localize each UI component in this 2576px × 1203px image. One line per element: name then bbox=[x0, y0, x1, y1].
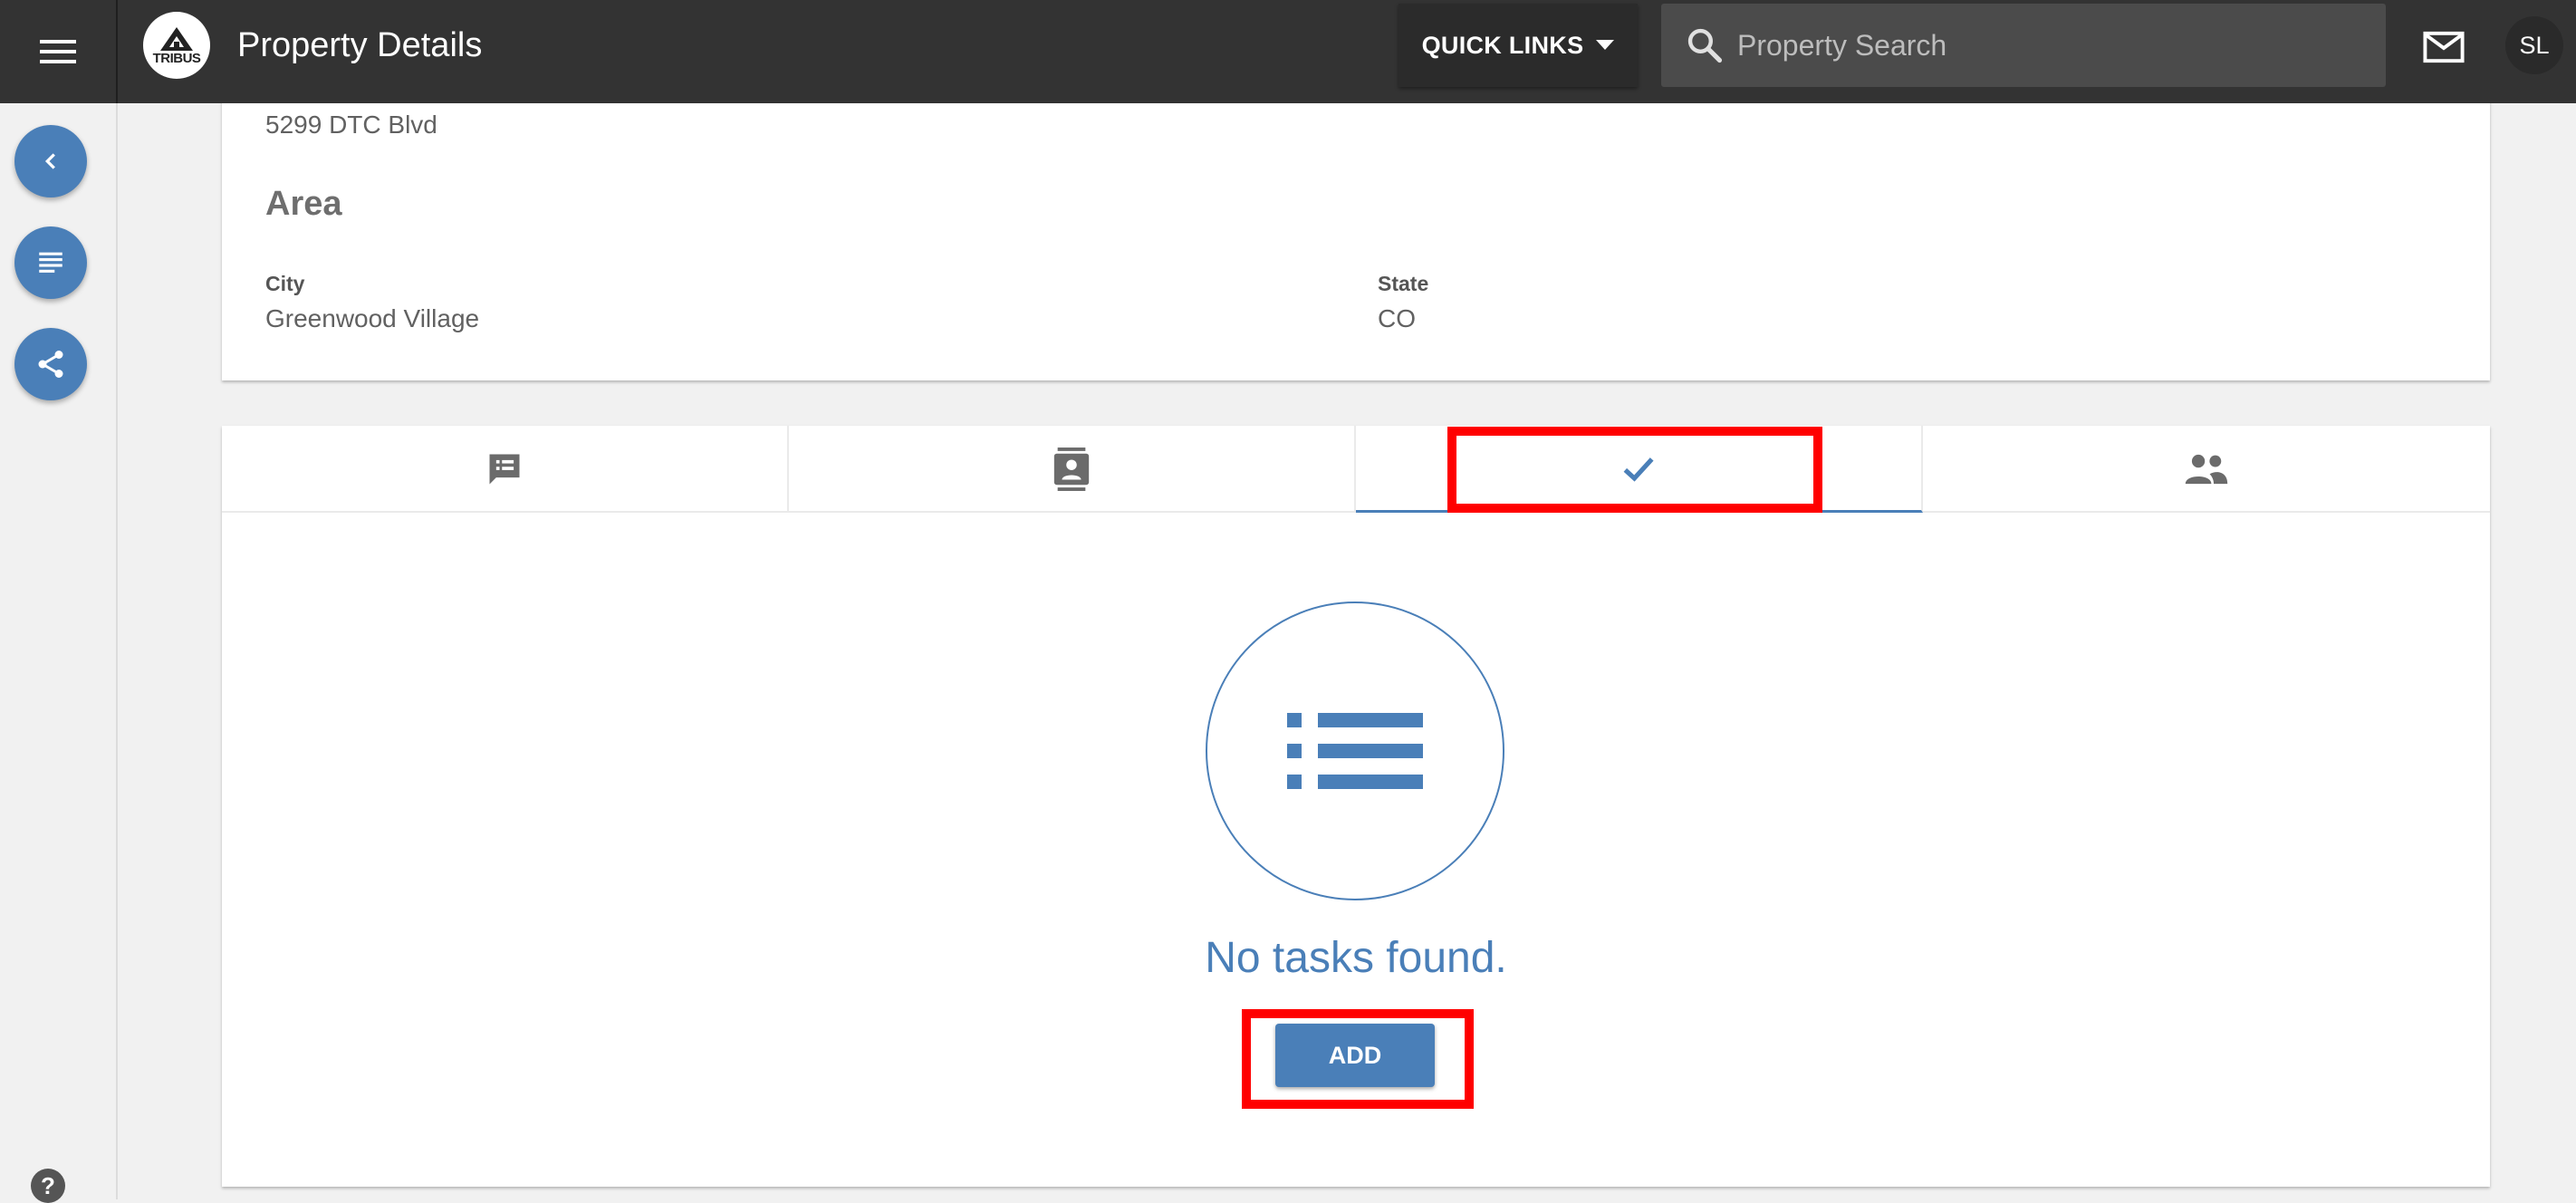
empty-state-circle bbox=[1206, 602, 1504, 900]
help-icon[interactable]: ? bbox=[31, 1169, 65, 1203]
property-info-card: 5299 DTC Blvd Area City Greenwood Villag… bbox=[222, 82, 2490, 380]
tab-bar bbox=[222, 426, 2490, 513]
city-value: Greenwood Village bbox=[265, 304, 480, 332]
quick-links-label: QUICK LINKS bbox=[1421, 31, 1584, 59]
logo-triangle-icon bbox=[160, 26, 193, 51]
property-search-input[interactable] bbox=[1735, 27, 2355, 63]
tab-people[interactable] bbox=[1923, 426, 2490, 513]
mail-button[interactable] bbox=[2420, 24, 2467, 71]
top-app-bar: TRIBUS Property Details QUICK LINKS SL bbox=[0, 0, 2576, 103]
state-label: State bbox=[1378, 272, 1429, 295]
hamburger-menu-icon bbox=[40, 40, 76, 63]
add-task-button[interactable]: ADD bbox=[1275, 1024, 1435, 1087]
tab-contacts[interactable] bbox=[789, 426, 1356, 513]
state-value: CO bbox=[1378, 304, 1416, 332]
tabs-card: No tasks found. ADD bbox=[222, 426, 2490, 1187]
city-label: City bbox=[265, 272, 305, 295]
checkmark-icon bbox=[1623, 457, 1654, 482]
document-lines-icon bbox=[39, 252, 62, 273]
notes-icon bbox=[489, 454, 520, 485]
quick-links-dropdown[interactable]: QUICK LINKS bbox=[1399, 4, 1638, 87]
empty-state-message: No tasks found. bbox=[1205, 934, 1507, 982]
tab-notes[interactable] bbox=[222, 426, 789, 513]
tab-tasks[interactable] bbox=[1356, 426, 1923, 513]
page-title: Property Details bbox=[237, 26, 483, 64]
tribus-logo[interactable]: TRIBUS bbox=[143, 12, 210, 79]
back-button[interactable] bbox=[14, 125, 87, 197]
details-button[interactable] bbox=[14, 226, 87, 299]
share-button[interactable] bbox=[14, 328, 87, 400]
caret-down-icon bbox=[1596, 40, 1615, 50]
area-heading: Area bbox=[265, 185, 342, 223]
logo-text: TRIBUS bbox=[152, 50, 201, 66]
people-icon bbox=[2185, 454, 2228, 485]
share-icon bbox=[38, 351, 63, 378]
mail-icon bbox=[2423, 31, 2465, 63]
list-icon bbox=[1287, 713, 1423, 789]
contacts-icon bbox=[1053, 448, 1090, 491]
menu-button[interactable] bbox=[0, 0, 118, 103]
search-icon bbox=[1687, 28, 1723, 63]
property-address: 5299 DTC Blvd bbox=[265, 111, 437, 139]
chevron-left-icon bbox=[44, 153, 55, 169]
left-sidebar bbox=[0, 103, 118, 1199]
property-search-box[interactable] bbox=[1661, 4, 2386, 87]
user-avatar[interactable]: SL bbox=[2505, 16, 2563, 74]
